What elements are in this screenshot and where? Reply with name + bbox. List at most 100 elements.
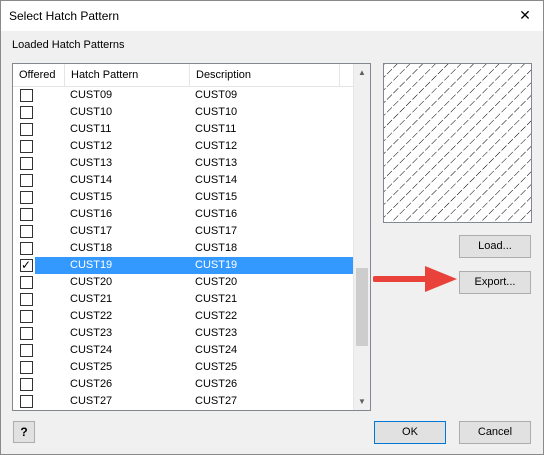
description-cell: CUST27 xyxy=(195,395,238,407)
scrollbar-thumb[interactable] xyxy=(356,268,368,346)
offered-checkbox[interactable] xyxy=(20,276,33,289)
load-button[interactable]: Load... xyxy=(459,235,531,258)
offered-checkbox[interactable] xyxy=(20,378,33,391)
export-button[interactable]: Export... xyxy=(459,271,531,294)
offered-checkbox[interactable] xyxy=(20,225,33,238)
offered-checkbox[interactable] xyxy=(20,310,33,323)
description-cell: CUST11 xyxy=(195,123,237,135)
help-button[interactable]: ? xyxy=(13,421,35,443)
offered-checkbox[interactable] xyxy=(20,106,33,119)
hatch-pattern-cell: CUST09 xyxy=(70,89,113,101)
offered-checkbox[interactable] xyxy=(20,344,33,357)
offered-checkbox[interactable] xyxy=(20,157,33,170)
hatch-preview-pattern xyxy=(384,64,531,222)
table-row[interactable]: CUST25 CUST25 xyxy=(13,359,353,376)
offered-checkbox[interactable] xyxy=(20,242,33,255)
description-cell: CUST16 xyxy=(195,208,238,220)
hatch-pattern-cell: CUST24 xyxy=(70,344,113,356)
vertical-scrollbar[interactable]: ▲ ▼ xyxy=(353,64,370,410)
offered-checkbox[interactable] xyxy=(20,89,33,102)
description-cell: CUST18 xyxy=(195,242,238,254)
offered-checkbox[interactable] xyxy=(20,361,33,374)
offered-checkbox[interactable] xyxy=(20,123,33,136)
description-cell: CUST10 xyxy=(195,106,238,118)
description-cell: CUST25 xyxy=(195,361,238,373)
table-row[interactable]: CUST18 CUST18 xyxy=(13,240,353,257)
hatch-pattern-cell: CUST22 xyxy=(70,310,113,322)
hatch-pattern-cell: CUST14 xyxy=(70,174,113,186)
offered-checkbox[interactable] xyxy=(20,395,33,408)
table-row[interactable]: CUST24 CUST24 xyxy=(13,342,353,359)
table-row[interactable]: CUST17 CUST17 xyxy=(13,223,353,240)
description-cell: CUST17 xyxy=(195,225,238,237)
description-cell: CUST14 xyxy=(195,174,238,186)
table-row[interactable]: CUST10 CUST10 xyxy=(13,104,353,121)
help-icon: ? xyxy=(20,425,28,439)
table-row[interactable]: CUST20 CUST20 xyxy=(13,274,353,291)
hatch-pattern-cell: CUST20 xyxy=(70,276,113,288)
hatch-pattern-cell: CUST12 xyxy=(70,140,113,152)
red-arrow-icon xyxy=(373,266,457,292)
hatch-pattern-cell: CUST27 xyxy=(70,395,113,407)
offered-checkbox[interactable] xyxy=(20,174,33,187)
hatch-pattern-cell: CUST17 xyxy=(70,225,113,237)
window-title: Select Hatch Pattern xyxy=(9,9,120,23)
table-row[interactable]: CUST15 CUST15 xyxy=(13,189,353,206)
description-cell: CUST26 xyxy=(195,378,238,390)
list-header: Offered Hatch Pattern Description xyxy=(13,64,353,87)
offered-checkbox[interactable] xyxy=(20,140,33,153)
description-cell: CUST15 xyxy=(195,191,238,203)
description-cell: CUST24 xyxy=(195,344,238,356)
chevron-down-icon[interactable]: ▼ xyxy=(354,393,370,410)
loaded-hatch-patterns-label: Loaded Hatch Patterns xyxy=(12,39,125,51)
description-cell: CUST12 xyxy=(195,140,238,152)
column-header-offered[interactable]: Offered xyxy=(13,64,65,86)
offered-checkbox[interactable] xyxy=(20,257,33,274)
hatch-pattern-cell: CUST18 xyxy=(70,242,113,254)
description-cell: CUST13 xyxy=(195,157,238,169)
table-row[interactable]: CUST27 CUST27 xyxy=(13,393,353,410)
select-hatch-pattern-dialog: Select Hatch Pattern ✕ Loaded Hatch Patt… xyxy=(0,0,544,455)
table-row[interactable]: CUST14 CUST14 xyxy=(13,172,353,189)
hatch-pattern-cell: CUST25 xyxy=(70,361,113,373)
table-row[interactable]: CUST19 CUST19 xyxy=(13,257,353,274)
hatch-preview xyxy=(383,63,532,223)
hatch-pattern-cell: CUST21 xyxy=(70,293,113,305)
table-row[interactable]: CUST11 CUST11 xyxy=(13,121,353,138)
hatch-pattern-cell: CUST13 xyxy=(70,157,113,169)
description-cell: CUST23 xyxy=(195,327,238,339)
description-cell: CUST22 xyxy=(195,310,238,322)
title-bar: Select Hatch Pattern ✕ xyxy=(1,1,543,31)
table-row[interactable]: CUST23 CUST23 xyxy=(13,325,353,342)
hatch-pattern-cell: CUST15 xyxy=(70,191,113,203)
offered-checkbox[interactable] xyxy=(20,191,33,204)
hatch-pattern-list[interactable]: Offered Hatch Pattern Description CUST09… xyxy=(12,63,371,411)
offered-checkbox[interactable] xyxy=(20,293,33,306)
chevron-up-icon[interactable]: ▲ xyxy=(354,64,370,81)
list-rows: CUST09 CUST09 CUST10 CUST10 CUST11 CUST11 CUST… xyxy=(13,87,353,410)
table-row[interactable]: CUST21 CUST21 xyxy=(13,291,353,308)
table-row[interactable]: CUST22 CUST22 xyxy=(13,308,353,325)
table-row[interactable]: CUST13 CUST13 xyxy=(13,155,353,172)
hatch-pattern-cell: CUST10 xyxy=(70,106,113,118)
ok-button[interactable]: OK xyxy=(374,421,446,444)
description-cell: CUST19 xyxy=(195,259,238,271)
cancel-button[interactable]: Cancel xyxy=(459,421,531,444)
column-header-description[interactable]: Description xyxy=(190,64,340,86)
hatch-pattern-cell: CUST26 xyxy=(70,378,113,390)
description-cell: CUST21 xyxy=(195,293,238,305)
table-row[interactable]: CUST26 CUST26 xyxy=(13,376,353,393)
table-row[interactable]: CUST12 CUST12 xyxy=(13,138,353,155)
description-cell: CUST20 xyxy=(195,276,238,288)
hatch-pattern-cell: CUST16 xyxy=(70,208,113,220)
hatch-pattern-cell: CUST23 xyxy=(70,327,113,339)
offered-checkbox[interactable] xyxy=(20,208,33,221)
hatch-pattern-cell: CUST11 xyxy=(70,123,112,135)
column-header-hatch-pattern[interactable]: Hatch Pattern xyxy=(65,64,190,86)
table-row[interactable]: CUST16 CUST16 xyxy=(13,206,353,223)
table-row[interactable]: CUST09 CUST09 xyxy=(13,87,353,104)
description-cell: CUST09 xyxy=(195,89,238,101)
close-icon[interactable]: ✕ xyxy=(517,7,533,23)
hatch-pattern-cell: CUST19 xyxy=(70,259,113,271)
offered-checkbox[interactable] xyxy=(20,327,33,340)
